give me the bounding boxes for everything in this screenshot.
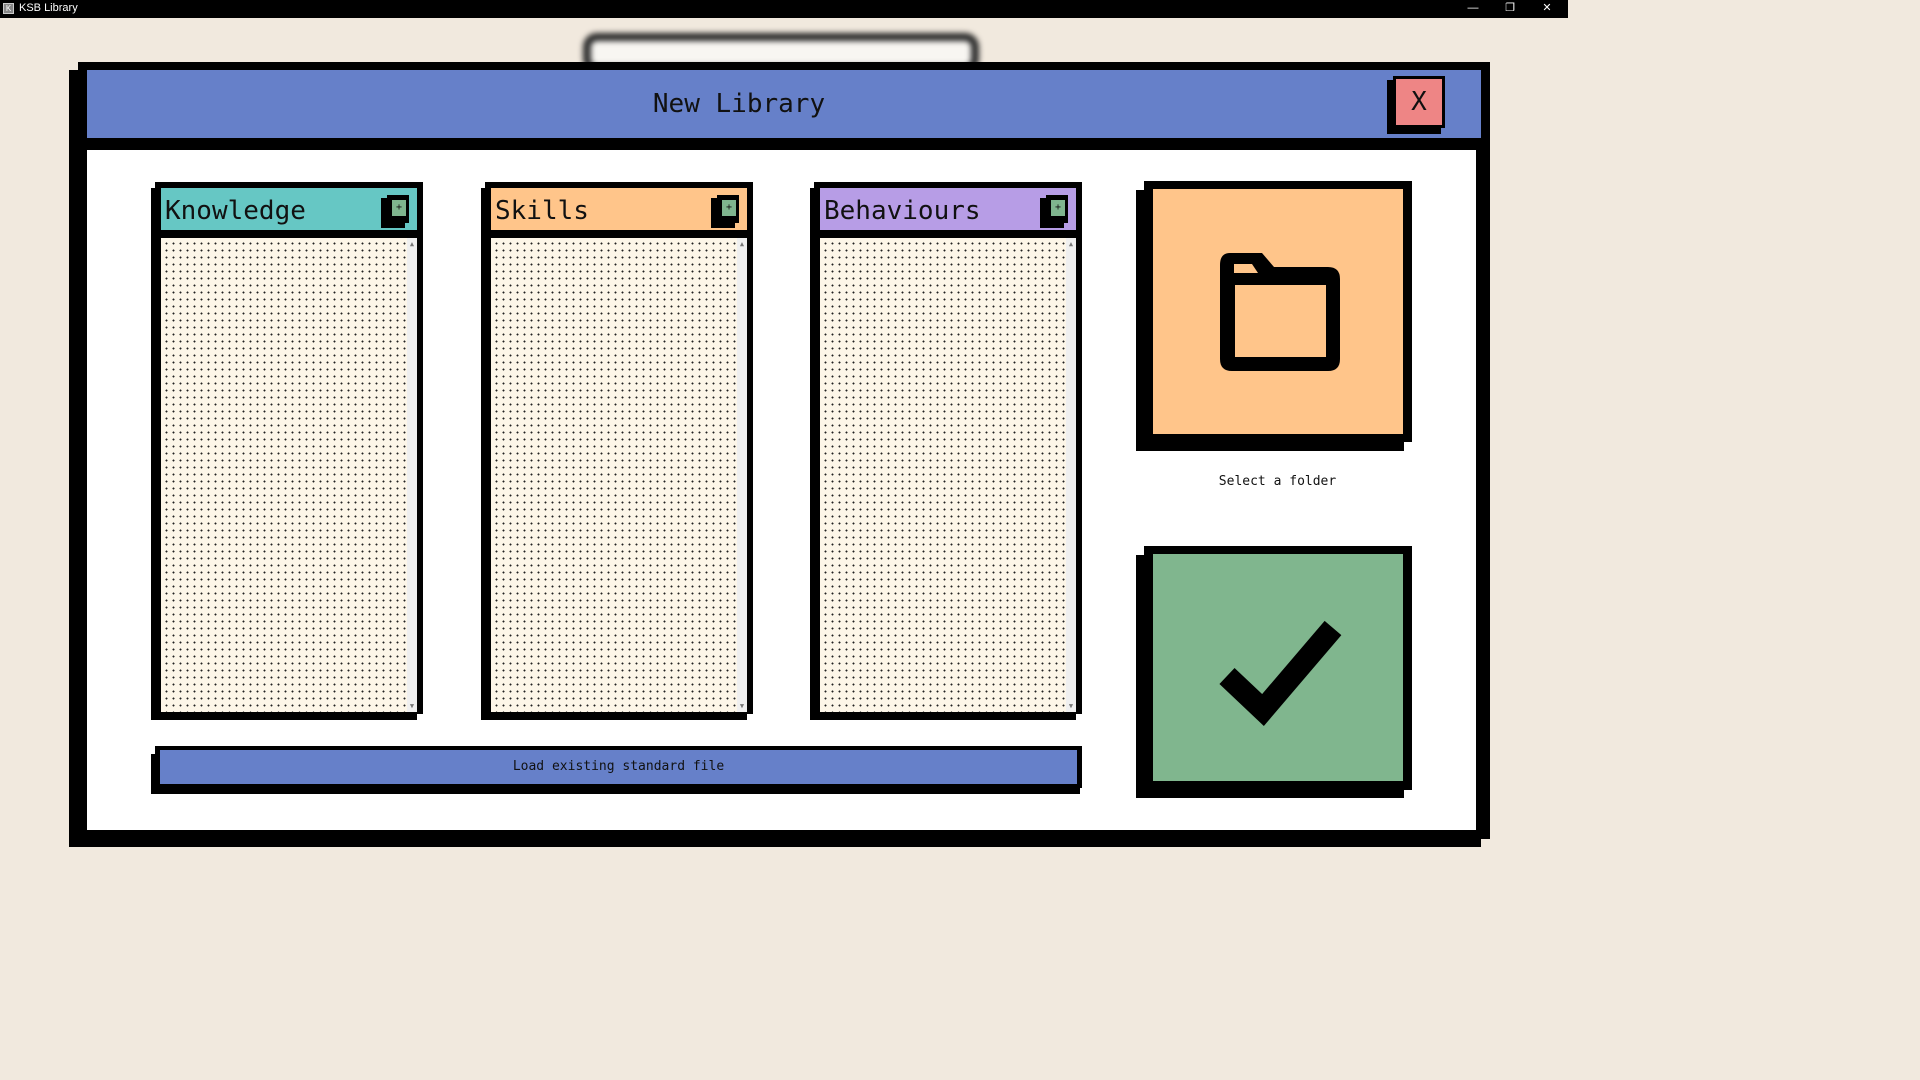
confirm-face bbox=[1153, 554, 1403, 781]
minimize-button[interactable]: — bbox=[1455, 0, 1491, 18]
skills-title: Skills bbox=[495, 196, 589, 226]
scroll-down-icon[interactable]: ▼ bbox=[1066, 702, 1076, 710]
skills-add-button[interactable]: + bbox=[717, 195, 739, 223]
skills-scrollbar[interactable]: ▲ ▼ bbox=[737, 238, 747, 712]
dialog-title: New Library bbox=[652, 89, 826, 119]
knowledge-scrollbar[interactable]: ▲ ▼ bbox=[407, 238, 417, 712]
behaviours-title: Behaviours bbox=[824, 196, 981, 226]
knowledge-header: Knowledge bbox=[161, 188, 417, 230]
skills-header: Skills bbox=[491, 188, 747, 230]
select-folder-button[interactable] bbox=[1144, 181, 1412, 442]
behaviours-header: Behaviours bbox=[820, 188, 1076, 230]
app-icon: K bbox=[3, 3, 14, 14]
select-folder-face bbox=[1153, 189, 1403, 434]
restore-button[interactable]: ❐ bbox=[1492, 0, 1528, 18]
confirm-button[interactable] bbox=[1144, 546, 1412, 790]
scroll-up-icon[interactable]: ▲ bbox=[1066, 240, 1076, 248]
behaviours-scrollbar[interactable]: ▲ ▼ bbox=[1066, 238, 1076, 712]
scroll-down-icon[interactable]: ▼ bbox=[737, 702, 747, 710]
behaviours-add-button[interactable]: + bbox=[1046, 195, 1068, 223]
scroll-down-icon[interactable]: ▼ bbox=[407, 702, 417, 710]
knowledge-add-button[interactable]: + bbox=[387, 195, 409, 223]
checkmark-icon bbox=[1219, 620, 1342, 726]
select-folder-label: Select a folder bbox=[1218, 474, 1337, 489]
plus-icon: + bbox=[1051, 200, 1065, 216]
folder-icon bbox=[1220, 253, 1340, 371]
window-close-button[interactable]: ✕ bbox=[1529, 0, 1565, 18]
knowledge-title: Knowledge bbox=[165, 196, 306, 226]
load-standard-file-button[interactable]: Load existing standard file bbox=[155, 746, 1082, 788]
dialog-header: New Library bbox=[87, 70, 1481, 138]
dialog-close-button[interactable]: X bbox=[1393, 76, 1445, 128]
window-title: KSB Library bbox=[19, 2, 78, 14]
scroll-up-icon[interactable]: ▲ bbox=[737, 240, 747, 248]
window-titlebar: K KSB Library — ❐ ✕ bbox=[0, 0, 1568, 18]
plus-icon: + bbox=[392, 200, 406, 216]
knowledge-list[interactable] bbox=[161, 238, 407, 712]
plus-icon: + bbox=[722, 200, 736, 216]
load-standard-file-label: Load existing standard file bbox=[160, 750, 1077, 784]
scroll-up-icon[interactable]: ▲ bbox=[407, 240, 417, 248]
skills-list[interactable] bbox=[491, 238, 737, 712]
behaviours-list[interactable] bbox=[820, 238, 1066, 712]
